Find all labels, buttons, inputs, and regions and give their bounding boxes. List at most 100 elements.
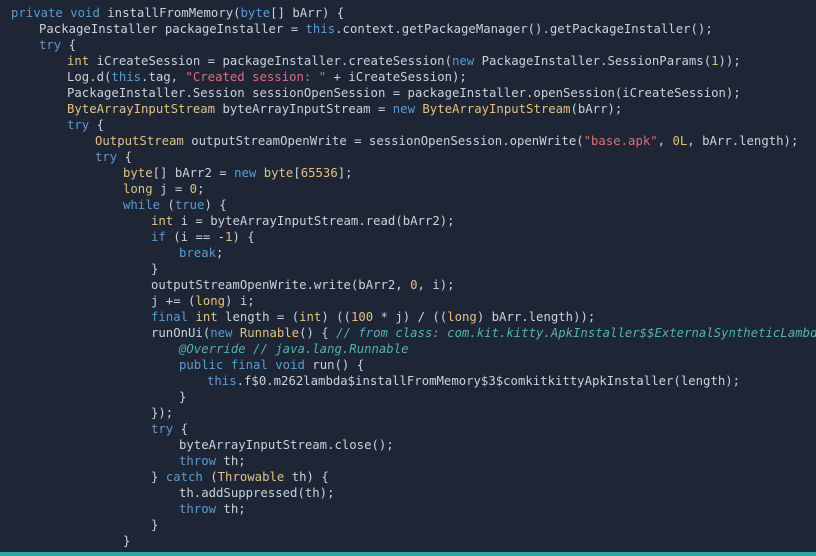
code-line: byte[] bArr2 = new byte[65536]; <box>11 165 816 181</box>
code-line: try { <box>11 117 816 133</box>
keyword-token: true <box>174 198 205 212</box>
annotation-token: @Override <box>179 342 246 356</box>
code-token: { <box>89 118 105 132</box>
code-block[interactable]: private void installFromMemory(byte[] bA… <box>11 5 816 549</box>
code-line: runOnUi(new Runnable() { // from class: … <box>11 325 816 341</box>
keyword-token: void <box>70 6 100 20</box>
keyword-token: throw <box>179 502 217 516</box>
code-line: outputStreamOpenWrite.write(bArr2, 0, i)… <box>11 277 816 293</box>
code-token: PackageInstaller.Session sessionOpenSess… <box>67 86 741 100</box>
code-line: } <box>11 389 816 405</box>
code-line: } catch (Throwable th) { <box>11 469 816 485</box>
keyword-token: while <box>123 198 161 212</box>
code-token: ( <box>160 198 175 212</box>
code-token: length = ( <box>217 310 300 324</box>
code-token: outputStreamOpenWrite.write(bArr2, <box>151 278 411 292</box>
keyword-token: try <box>39 38 62 52</box>
code-token: ]; <box>337 166 353 180</box>
code-line: Log.d(this.tag, "Created session: " + iC… <box>11 69 816 85</box>
code-line: @Override // java.lang.Runnable <box>11 341 816 357</box>
keyword-token: new <box>451 54 475 68</box>
number-token: 0L <box>672 134 688 148</box>
code-token: , <box>657 134 673 148</box>
keyword-token: new <box>210 326 233 340</box>
keyword-token: catch <box>165 470 203 484</box>
string-token: "base.apk" <box>583 134 658 148</box>
code-token: .context.getPackageManager().getPackageI… <box>335 22 713 36</box>
code-line: ByteArrayInputStream byteArrayInputStrea… <box>11 101 816 117</box>
code-token: runOnUi( <box>151 326 211 340</box>
code-token: } <box>151 470 166 484</box>
code-line: while (true) { <box>11 197 816 213</box>
keyword-token: final <box>230 358 268 372</box>
keyword-token: private <box>11 6 63 20</box>
code-token: Log.d( <box>67 70 112 84</box>
code-token: iCreateSession = packageInstaller.create… <box>89 54 452 68</box>
keyword-token: new <box>234 166 257 180</box>
keyword-token: this <box>111 70 142 84</box>
comment-token: // from class: com.kit.kitty.ApkInstalle… <box>336 326 816 340</box>
code-token: [] bArr2 = <box>152 166 235 180</box>
type-token: int <box>67 54 90 68</box>
type-token: byte <box>263 166 294 180</box>
code-token: th) { <box>284 470 329 484</box>
code-line: try { <box>11 37 816 53</box>
number-token: 1 <box>711 54 719 68</box>
type-token: OutputStream <box>95 134 184 148</box>
code-token: PackageInstaller.SessionParams( <box>474 54 712 68</box>
status-accent-bar <box>0 552 816 556</box>
code-editor[interactable]: private void installFromMemory(byte[] bA… <box>0 0 816 556</box>
code-line: PackageInstaller packageInstaller = this… <box>11 21 816 37</box>
code-token: )); <box>718 54 741 68</box>
code-line: break; <box>11 245 816 261</box>
code-token: } <box>151 518 159 532</box>
string-token: "Created session: " <box>185 70 327 84</box>
code-token: , bArr.length); <box>687 134 799 148</box>
code-token: j += ( <box>151 294 196 308</box>
code-token: byteArrayInputStream = <box>215 102 393 116</box>
code-line: try { <box>11 421 816 437</box>
code-token: ; <box>197 182 205 196</box>
number-token: 100 <box>350 310 374 324</box>
code-token: th.addSuppressed(th); <box>179 486 335 500</box>
keyword-token: new <box>392 102 415 116</box>
code-token: outputStreamOpenWrite = sessionOpenSessi… <box>183 134 584 148</box>
code-token: , i); <box>417 278 455 292</box>
type-token: long <box>447 310 477 324</box>
code-token: ) { <box>204 198 227 212</box>
keyword-token: if <box>151 230 166 244</box>
code-line: j += (long) i; <box>11 293 816 309</box>
code-token: (i == - <box>165 230 226 244</box>
keyword-token: try <box>151 422 174 436</box>
code-token: i = byteArrayInputStream.read(bArr2); <box>173 214 455 228</box>
code-line: long j = 0; <box>11 181 816 197</box>
comment-token: // java.lang.Runnable <box>253 342 409 356</box>
code-line: } <box>11 533 816 549</box>
type-token: ByteArrayInputStream <box>67 102 216 116</box>
code-line: private void installFromMemory(byte[] bA… <box>11 5 816 21</box>
code-line: try { <box>11 149 816 165</box>
code-token: j = <box>152 182 190 196</box>
type-token: int <box>195 310 218 324</box>
type-token: Runnable <box>239 326 300 340</box>
code-token: [ <box>293 166 301 180</box>
code-line: } <box>11 517 816 533</box>
type-token: byte <box>123 166 153 180</box>
code-line: th.addSuppressed(th); <box>11 485 816 501</box>
type-token: long <box>123 182 153 196</box>
code-token: th; <box>216 454 246 468</box>
code-line: int i = byteArrayInputStream.read(bArr2)… <box>11 213 816 229</box>
code-token: { <box>117 150 133 164</box>
code-line: final int length = (int) ((100 * j) / ((… <box>11 309 816 325</box>
code-token: { <box>61 38 77 52</box>
code-line: if (i == -1) { <box>11 229 816 245</box>
keyword-token: public <box>179 358 224 372</box>
code-token: ( <box>202 470 218 484</box>
code-token: ; <box>216 246 224 260</box>
code-line: this.f$0.m262lambda$installFromMemory$3$… <box>11 373 816 389</box>
type-token: ByteArrayInputStream <box>422 102 571 116</box>
code-line: }); <box>11 405 816 421</box>
